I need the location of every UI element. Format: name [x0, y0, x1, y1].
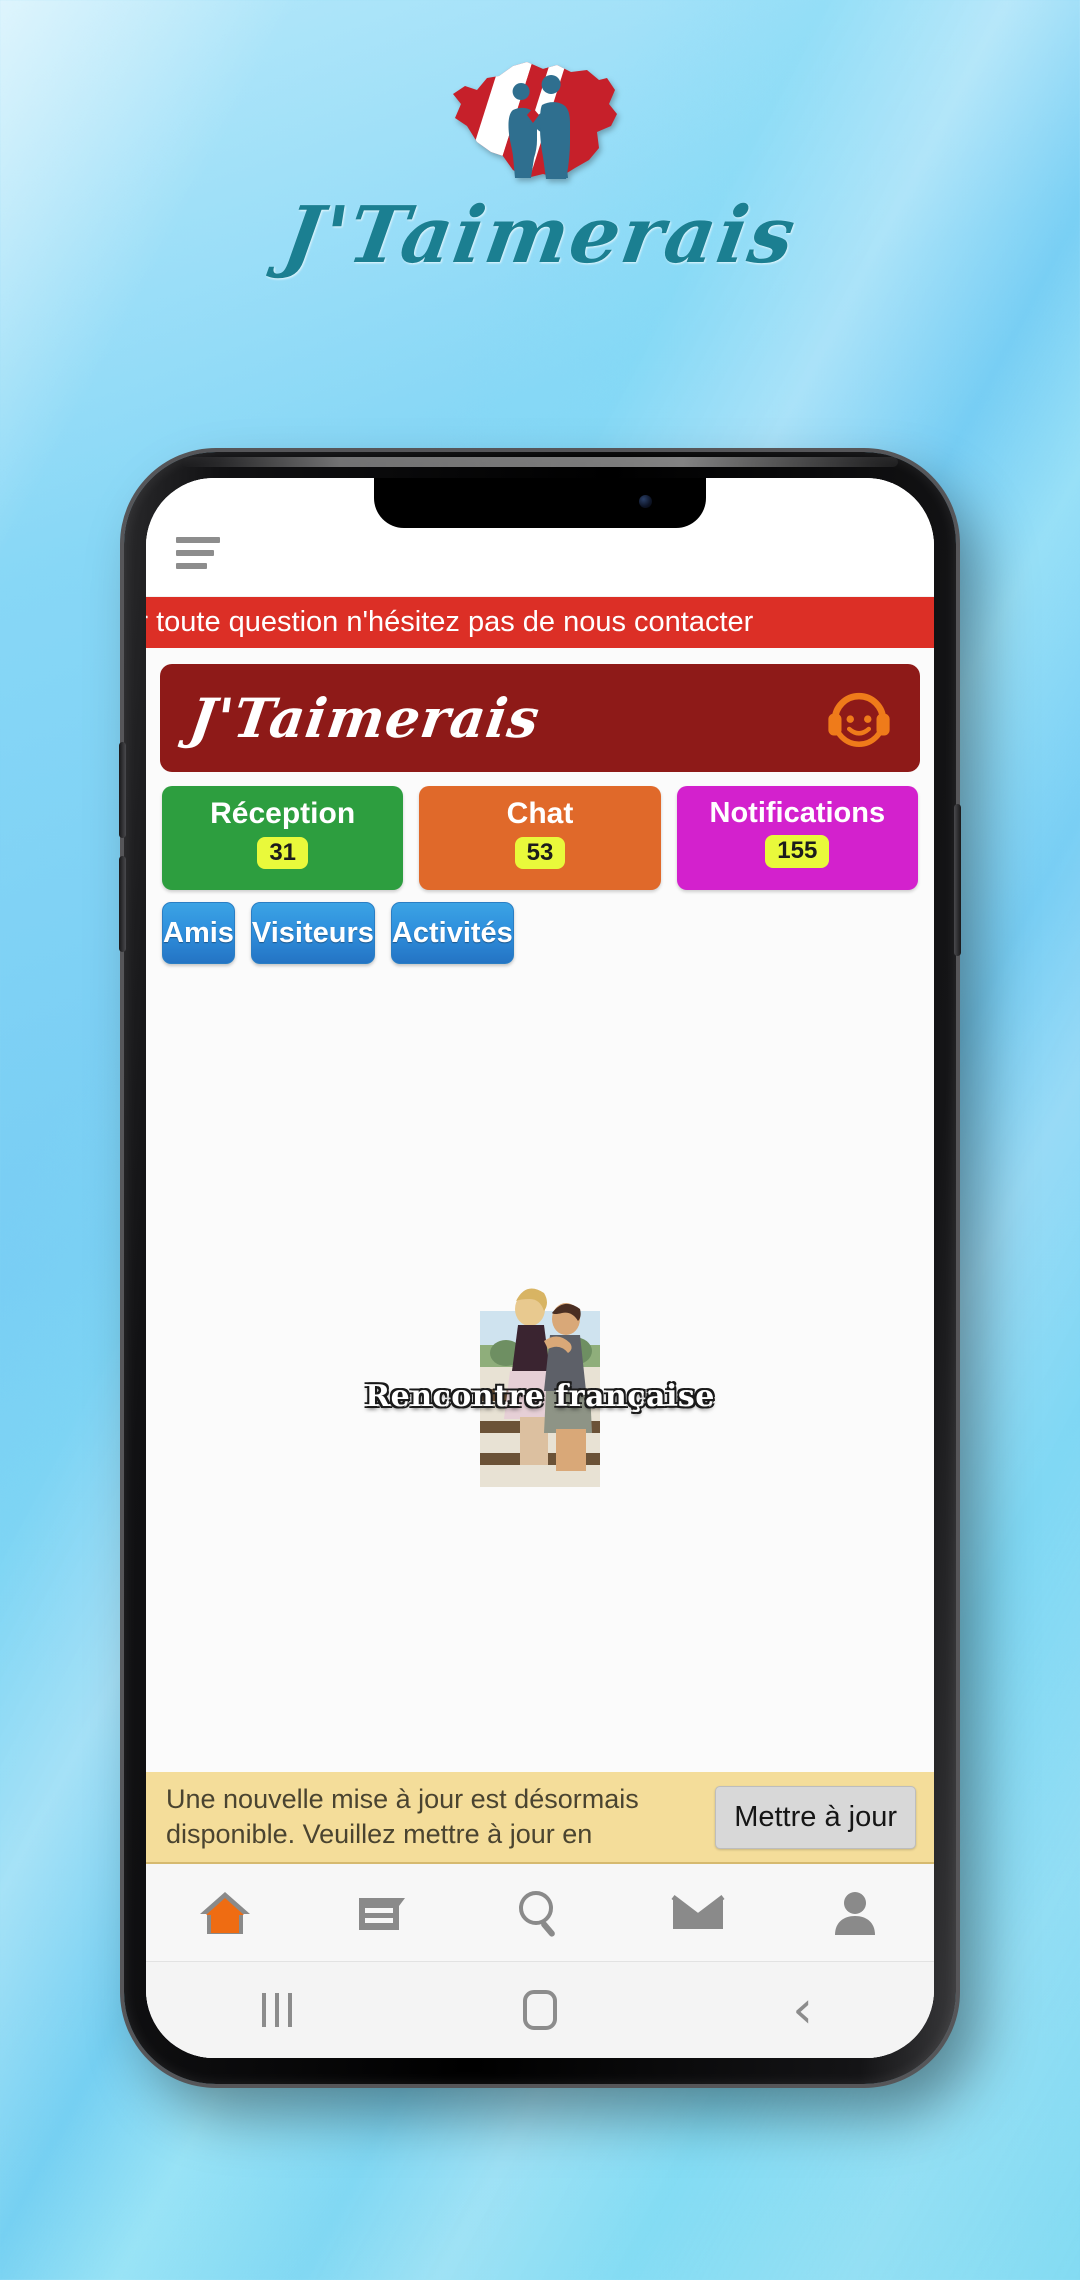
recents-icon: [262, 1993, 293, 2027]
update-button[interactable]: Mettre à jour: [715, 1785, 916, 1849]
promo-block[interactable]: Rencontre française: [365, 1271, 714, 1487]
tile-chat-badge: 53: [514, 836, 566, 869]
brand-header-card: J'Taimerais: [160, 664, 920, 772]
person-icon: [835, 1891, 876, 1935]
feed-icon: [359, 1897, 406, 1930]
tile-notifications-label: Notifications: [709, 797, 886, 829]
system-back-button[interactable]: ‹: [671, 1979, 934, 2040]
app-container: pour toute question n'hésitez pas de nou…: [146, 478, 934, 2058]
recents-bar: [288, 1993, 293, 2027]
update-banner: Une nouvelle mise à jour est désormais d…: [146, 1772, 934, 1864]
headset-support-icon[interactable]: [824, 683, 894, 753]
hamburger-line: [176, 563, 207, 569]
nav-item-home[interactable]: [146, 1864, 304, 1961]
tile-notifications[interactable]: Notifications 155: [676, 786, 918, 890]
tile-chat[interactable]: Chat 53: [419, 786, 661, 890]
announcement-text: pour toute question n'hésitez pas de nou…: [146, 606, 754, 638]
hamburger-line: [176, 550, 214, 556]
tile-reception-badge: 31: [257, 836, 309, 869]
system-home-button[interactable]: [409, 1990, 672, 2030]
announcement-marquee: pour toute question n'hésitez pas de nou…: [146, 596, 934, 648]
nav-item-search[interactable]: [461, 1864, 619, 1961]
nav-item-profile[interactable]: [776, 1864, 934, 1961]
app-bottom-nav: [146, 1864, 934, 1962]
main-content: Rencontre française: [146, 976, 934, 1772]
tile-reception[interactable]: Réception 31: [162, 786, 404, 890]
front-camera-icon: [639, 495, 652, 508]
tile-visiteurs[interactable]: Visiteurs: [250, 902, 375, 964]
system-recents-button[interactable]: [146, 1993, 409, 2027]
home-square-icon: [523, 1990, 557, 2030]
tile-chat-label: Chat: [506, 797, 574, 830]
tile-activites[interactable]: Activités: [390, 902, 514, 964]
envelope-icon: [671, 1894, 725, 1929]
quick-actions: Réception 31 Chat 53 Notifications 155 A…: [146, 772, 934, 976]
nav-item-feed[interactable]: [304, 1864, 462, 1961]
nav-item-messages[interactable]: [619, 1864, 777, 1961]
hamburger-menu-icon[interactable]: [176, 537, 220, 569]
tile-reception-label: Réception: [210, 797, 356, 830]
phone-notch: [374, 478, 706, 528]
recents-bar: [275, 1993, 280, 2027]
recents-bar: [262, 1993, 267, 2027]
system-navigation-bar: ‹: [146, 1962, 934, 2058]
promo-caption: Rencontre française: [365, 1379, 715, 1414]
page-title: J'Taimerais: [277, 190, 803, 281]
back-chevron-icon: ‹: [792, 1979, 814, 2040]
quick-actions-row-secondary: Amis Visiteurs Activités: [162, 902, 918, 964]
tile-notifications-badge: 155: [765, 835, 830, 868]
volume-down-button[interactable]: [119, 856, 126, 952]
quick-actions-row-primary: Réception 31 Chat 53 Notifications 155: [162, 786, 918, 890]
france-map-couple-logo: [447, 60, 633, 180]
brand-name: J'Taimerais: [185, 686, 544, 750]
volume-up-button[interactable]: [119, 742, 126, 838]
phone-screen: pour toute question n'hésitez pas de nou…: [146, 478, 934, 2058]
power-button[interactable]: [954, 804, 961, 956]
tile-amis[interactable]: Amis: [162, 902, 235, 964]
phone-mockup: pour toute question n'hésitez pas de nou…: [119, 452, 961, 2084]
search-icon: [518, 1890, 555, 1937]
home-icon: [199, 1891, 250, 1934]
update-message: Une nouvelle mise à jour est désormais d…: [166, 1784, 639, 1849]
hamburger-line: [176, 537, 220, 543]
